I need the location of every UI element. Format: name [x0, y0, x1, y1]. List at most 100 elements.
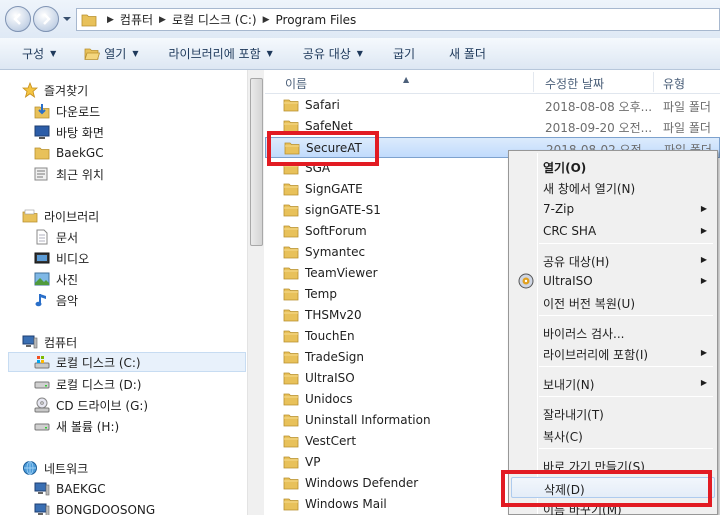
submenu-arrow-icon: ▶ [700, 378, 707, 387]
context-menu-separator [539, 366, 713, 367]
back-button[interactable] [5, 6, 31, 32]
nav-item-videos[interactable]: 비디오 [34, 248, 280, 268]
folder-icon [81, 14, 97, 26]
video-icon [34, 252, 50, 264]
computer-icon [34, 482, 50, 496]
file-name: TouchEn [305, 329, 355, 343]
breadcrumb-separator[interactable]: ▶ [263, 15, 270, 25]
context-menu-label: 바이러스 검사... [543, 327, 625, 341]
nav-favorites-header[interactable]: 즐겨찾기 [22, 80, 268, 100]
address-bar[interactable]: ▶ 컴퓨터 ▶ 로컬 디스크 (C:) ▶ Program Files [76, 8, 720, 31]
column-header-name[interactable]: 이름 [285, 75, 307, 92]
file-type: 파일 폴더 [663, 121, 711, 135]
context-menu-separator [539, 448, 713, 449]
file-name: Windows Defender [305, 476, 419, 490]
windows-drive-icon [34, 356, 50, 369]
breadcrumb-separator[interactable]: ▶ [107, 15, 114, 25]
nav-item-local-disk-c[interactable]: 로컬 디스크 (C:) [8, 352, 246, 372]
network-icon [23, 461, 37, 475]
file-date: 2018-09-20 오전... [545, 121, 653, 135]
forward-button[interactable] [33, 6, 59, 32]
column-divider[interactable] [533, 72, 534, 92]
folder-icon [283, 183, 299, 196]
context-menu-label: CRC SHA [543, 224, 597, 238]
context-menu-item[interactable]: UltraISO ▶ [511, 271, 715, 292]
library-icon [22, 209, 38, 223]
column-divider[interactable] [653, 72, 654, 92]
nav-item-cd-drive-g[interactable]: CD 드라이브 (G:) [34, 395, 280, 415]
file-name: Temp [305, 287, 337, 301]
picture-icon [34, 272, 50, 286]
star-icon [22, 82, 38, 98]
breadcrumb-program-files[interactable]: Program Files [276, 13, 357, 27]
context-menu-label: 새 창에서 열기(N) [543, 182, 636, 196]
context-menu-item[interactable]: 복사(C) [511, 425, 715, 446]
nav-libraries-header[interactable]: 라이브러리 [22, 206, 268, 226]
nav-scrollbar[interactable] [247, 70, 264, 515]
context-menu-item[interactable]: 공유 대상(H) ▶ [511, 250, 715, 271]
nav-item-music[interactable]: 음악 [34, 290, 280, 310]
context-menu-label: UltraISO [543, 274, 593, 288]
highlight-box-delete [501, 470, 712, 507]
file-name: VestCert [305, 434, 357, 448]
dropdown-caret-icon: ▼ [356, 49, 363, 58]
context-menu-item[interactable]: 이전 버전 복원(U) [511, 292, 715, 313]
folder-icon [283, 99, 299, 112]
breadcrumb-computer[interactable]: 컴퓨터 [120, 11, 153, 28]
file-name: signGATE-S1 [305, 203, 381, 217]
context-menu-item[interactable]: 열기(O) [511, 156, 715, 177]
column-header-date[interactable]: 수정한 날짜 [545, 75, 604, 92]
breadcrumb-local-disk-c[interactable]: 로컬 디스크 (C:) [172, 11, 257, 28]
burn-button[interactable]: 굽기 [385, 38, 423, 70]
nav-network-header[interactable]: 네트워크 [22, 458, 268, 478]
context-menu-label: 복사(C) [543, 430, 583, 444]
nav-scrollbar-thumb[interactable] [250, 78, 263, 246]
nav-item-desktop[interactable]: 바탕 화면 [34, 122, 280, 142]
share-with-button[interactable]: 공유 대상 ▼ [295, 38, 371, 70]
drive-icon [34, 381, 50, 389]
context-menu-item[interactable]: CRC SHA ▶ [511, 221, 715, 242]
nav-item-bongdoosong-pc[interactable]: BONGDOOSONG [34, 500, 280, 515]
file-name: SignGATE [305, 182, 363, 196]
nav-computer-header[interactable]: 컴퓨터 [22, 332, 268, 352]
breadcrumb-separator[interactable]: ▶ [159, 15, 166, 25]
context-menu-item[interactable]: 라이브러리에 포함(I) ▶ [511, 343, 715, 364]
computer-icon [34, 503, 50, 515]
context-menu-item[interactable]: 바이러스 검사... [511, 322, 715, 343]
sort-ascending-icon: ▲ [403, 75, 410, 84]
context-menu-item[interactable]: 7-Zip ▶ [511, 199, 715, 220]
file-row[interactable]: Safari 2018-08-08 오후... 파일 폴더 [265, 95, 720, 116]
context-menu-item[interactable]: 새 창에서 열기(N) [511, 177, 715, 198]
submenu-arrow-icon: ▶ [700, 348, 707, 357]
context-menu-item[interactable]: 보내기(N) ▶ [511, 373, 715, 394]
folder-icon [283, 372, 299, 385]
nav-item-downloads[interactable]: 다운로드 [34, 101, 280, 121]
include-in-library-button[interactable]: 라이브러리에 포함 ▼ [161, 38, 281, 70]
folder-icon [283, 288, 299, 301]
nav-item-baekgc[interactable]: BaekGC [34, 143, 280, 163]
new-folder-button[interactable]: 새 폴더 [441, 38, 494, 70]
open-button[interactable]: 열기 ▼ [76, 38, 146, 70]
context-menu-label: 7-Zip [543, 202, 575, 216]
nav-item-local-disk-d[interactable]: 로컬 디스크 (D:) [34, 374, 280, 394]
nav-item-documents[interactable]: 문서 [34, 227, 280, 247]
submenu-arrow-icon: ▶ [700, 255, 707, 264]
context-menu-item[interactable]: 잘라내기(T) [511, 403, 715, 424]
submenu-arrow-icon: ▶ [700, 226, 707, 235]
nav-item-new-volume-h[interactable]: 새 볼륨 (H:) [34, 416, 280, 436]
nav-item-baekgc-pc[interactable]: BAEKGC [34, 479, 280, 499]
nav-item-pictures[interactable]: 사진 [34, 269, 280, 289]
history-dropdown-icon[interactable] [62, 14, 72, 24]
music-note-icon [35, 294, 46, 307]
context-menu: 열기(O) 새 창에서 열기(N) 7-Zip ▶ CRC SHA ▶ 공유 대상(H) ▶ U… [508, 150, 718, 515]
column-header-type[interactable]: 유형 [663, 75, 685, 92]
context-menu-label: 보내기(N) [543, 378, 595, 392]
nav-item-recent-places[interactable]: 최근 위치 [34, 164, 280, 184]
address-row: ▶ 컴퓨터 ▶ 로컬 디스크 (C:) ▶ Program Files [0, 0, 720, 38]
folder-icon [283, 225, 299, 238]
file-name: THSMv20 [305, 308, 362, 322]
drive-icon [34, 423, 50, 431]
context-menu-label: 잘라내기(T) [543, 408, 604, 422]
organize-button[interactable]: 구성 ▼ [14, 38, 64, 70]
submenu-arrow-icon: ▶ [700, 204, 707, 213]
